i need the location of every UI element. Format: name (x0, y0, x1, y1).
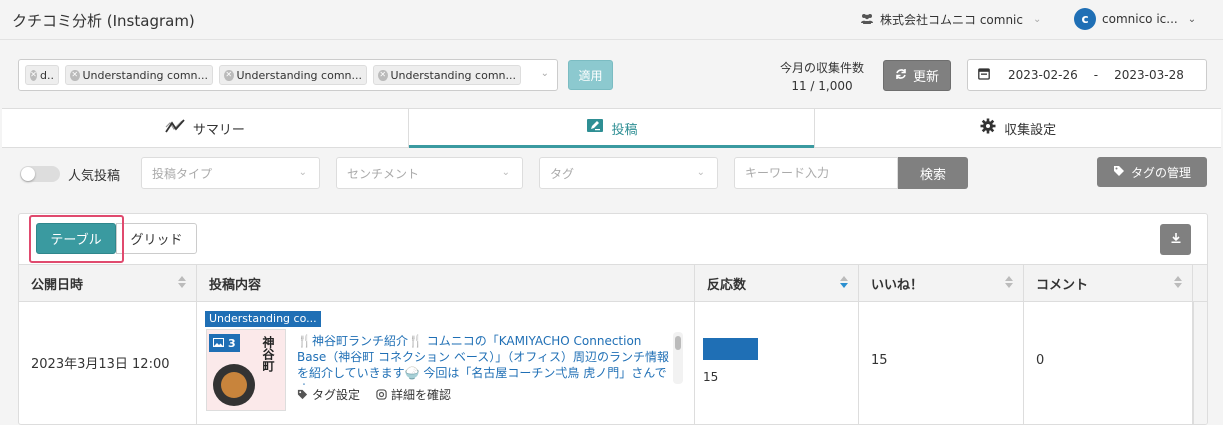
account-label: Understanding co... (205, 311, 321, 327)
reaction-bar (703, 338, 758, 360)
collection-count: 今月の収集件数 11 / 1,000 (770, 59, 874, 95)
tag-icon (1113, 165, 1125, 180)
close-icon[interactable]: ✕ (224, 69, 234, 81)
column-header[interactable]: 公開日時 (19, 265, 197, 301)
gear-icon (980, 118, 996, 138)
post-content[interactable]: 🍴神谷町ランチ紹介🍴 コムニコの「KAMIYACHO Connection Ba… (297, 333, 669, 385)
avatar: c (1074, 8, 1096, 30)
table-row: 2023年3月13日 12:00 Understanding co... 3 神… (19, 302, 1207, 424)
sort-icon[interactable] (840, 276, 848, 288)
company-selector[interactable]: 株式会社コムニコ comnic ⌄ (860, 11, 1041, 28)
column-header[interactable]: コメント (1024, 265, 1193, 301)
sort-icon[interactable] (1005, 276, 1013, 288)
trend-icon (165, 119, 185, 137)
company-name: 株式会社コムニコ comnic (880, 13, 1023, 27)
edit-icon (586, 118, 604, 138)
users-icon (860, 13, 874, 27)
posts-panel: テーブル グリッド 公開日時 投稿内容 反応数 いいね！ コメント 2023年3… (18, 213, 1208, 425)
column-header: 投稿内容 (197, 265, 695, 301)
tag-setting-link[interactable]: タグ設定 (297, 386, 360, 403)
chevron-down-icon: ⌄ (1187, 13, 1197, 25)
sentiment-select[interactable]: センチメント ⌄ (336, 157, 523, 189)
close-icon[interactable]: ✕ (30, 69, 38, 81)
comments-cell: 0 (1024, 302, 1193, 424)
content-cell: Understanding co... 3 神谷町 🍴神谷町ランチ紹介🍴 コムニ… (197, 302, 695, 424)
chevron-down-icon[interactable]: ⌄ (541, 68, 549, 79)
account-chip[interactable]: ✕ Understanding comn... (65, 65, 213, 85)
column-header[interactable]: いいね！ (859, 265, 1024, 301)
comments-value: 0 (1036, 353, 1045, 368)
tag-select[interactable]: タグ ⌄ (539, 157, 718, 189)
date-cell: 2023年3月13日 12:00 (19, 302, 197, 424)
instagram-icon (376, 389, 387, 400)
calendar-icon (978, 67, 990, 83)
user-name: comnico ic... (1102, 12, 1178, 26)
tab-summary[interactable]: サマリー (2, 109, 409, 147)
post-filters: 人気投稿 投稿タイプ ⌄ センチメント ⌄ タグ ⌄ 検索 タグの管理 (0, 149, 1223, 203)
refresh-icon (895, 68, 907, 84)
grid-view-button[interactable]: グリッド (116, 223, 197, 254)
keyword-input[interactable] (734, 157, 898, 189)
close-icon[interactable]: ✕ (378, 69, 388, 81)
thumbnail-text: 神谷町 (261, 336, 275, 372)
user-menu[interactable]: c comnico ic... ⌄ (1074, 8, 1196, 30)
collection-count-value: 11 / 1,000 (791, 79, 853, 93)
filter-bar: ✕ d.. ✕ Understanding comn... ✕ Understa… (0, 41, 1223, 106)
tab-posts[interactable]: 投稿 (408, 109, 816, 148)
collection-count-label: 今月の収集件数 (779, 61, 864, 75)
refresh-button[interactable]: 更新 (883, 60, 951, 91)
media-count-badge: 3 (209, 334, 240, 352)
column-header[interactable]: 反応数 (695, 265, 859, 301)
download-button[interactable] (1160, 224, 1191, 255)
post-actions: タグ設定 詳細を確認 (297, 386, 451, 403)
reactions-value: 15 (703, 370, 719, 384)
search-button[interactable]: 検索 (898, 157, 968, 189)
post-type-select[interactable]: 投稿タイプ ⌄ (141, 157, 320, 189)
chevron-down-icon: ⌄ (696, 167, 705, 178)
tag-manage-button[interactable]: タグの管理 (1097, 157, 1207, 187)
date-from[interactable]: 2023-02-26 (1008, 68, 1078, 82)
account-chip[interactable]: ✕ Understanding comn... (373, 65, 521, 85)
apply-button[interactable]: 適用 (568, 60, 613, 90)
chevron-down-icon: ⌄ (1032, 14, 1042, 25)
table-header: 公開日時 投稿内容 反応数 いいね！ コメント (19, 264, 1207, 302)
close-icon[interactable]: ✕ (70, 69, 80, 81)
page-title: クチコミ分析 (Instagram) (12, 12, 195, 30)
highlight-box (29, 215, 124, 263)
chevron-down-icon: ⌄ (501, 167, 510, 178)
view-detail-link[interactable]: 詳細を確認 (376, 386, 451, 403)
popular-posts-label: 人気投稿 (68, 169, 121, 184)
sort-icon[interactable] (178, 276, 186, 288)
date-separator: - (1093, 68, 1099, 82)
sort-icon[interactable] (1174, 276, 1182, 288)
content-scrollbar[interactable] (673, 332, 683, 384)
account-multiselect[interactable]: ✕ d.. ✕ Understanding comn... ✕ Understa… (18, 59, 558, 91)
download-icon (1170, 232, 1182, 248)
date-range-picker[interactable]: 2023-02-26 - 2023-03-28 (967, 59, 1207, 91)
table-scrollbar[interactable] (1193, 302, 1207, 424)
likes-value: 15 (871, 353, 888, 368)
image-icon (213, 337, 224, 350)
date-to[interactable]: 2023-03-28 (1114, 68, 1184, 82)
reactions-cell: 15 (695, 302, 859, 424)
likes-cell: 15 (859, 302, 1024, 424)
tag-icon (297, 389, 308, 400)
account-chip[interactable]: ✕ d.. (25, 65, 59, 85)
top-bar: クチコミ分析 (Instagram) 株式会社コムニコ comnic ⌄ c c… (0, 0, 1223, 40)
tab-collection-settings[interactable]: 収集設定 (815, 109, 1221, 147)
popular-posts-toggle[interactable] (20, 166, 60, 182)
thumbnail-image (213, 364, 255, 406)
account-chip[interactable]: ✕ Understanding comn... (219, 65, 367, 85)
chevron-down-icon: ⌄ (298, 167, 307, 178)
post-thumbnail[interactable]: 3 神谷町 (206, 329, 286, 411)
main-tabs: サマリー 投稿 収集設定 (2, 108, 1221, 148)
